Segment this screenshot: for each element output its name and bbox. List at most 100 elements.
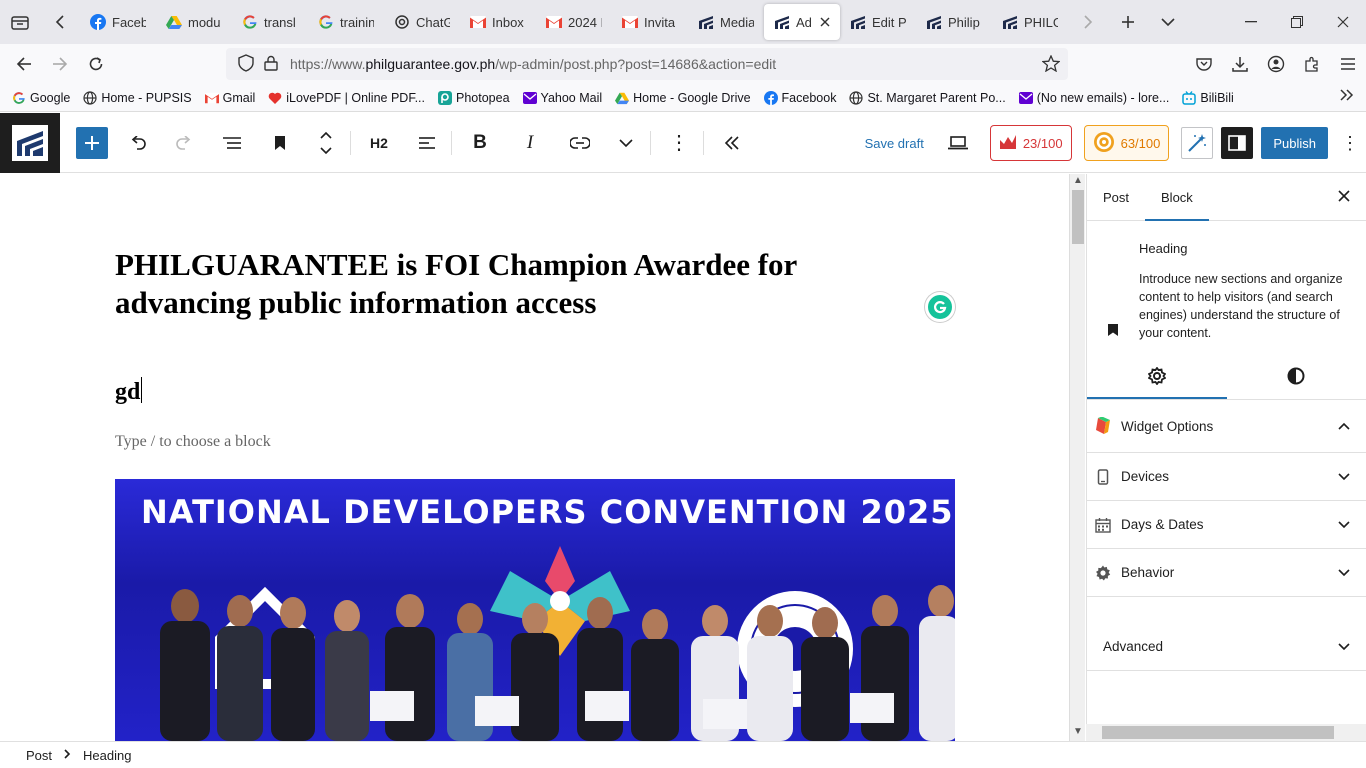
collapse-toolbar-icon[interactable] [714, 125, 750, 161]
tab-block[interactable]: Block [1145, 174, 1209, 221]
browser-tab[interactable]: Ad [764, 4, 840, 40]
browser-tab[interactable]: Inbox [460, 4, 536, 40]
chevron-down-icon [1338, 470, 1350, 484]
extensions-icon[interactable] [1294, 46, 1330, 82]
restore-icon[interactable] [1274, 0, 1320, 44]
heading-level-button[interactable]: H2 [361, 125, 397, 161]
heading-block[interactable]: gd [115, 377, 143, 406]
panel-label: Days & Dates [1121, 517, 1204, 532]
undo-icon[interactable] [120, 125, 156, 161]
more-formatting-chevron-icon[interactable] [608, 125, 644, 161]
image-block[interactable]: NATIONAL DEVELOPERS CONVENTION 2025 [115, 479, 955, 741]
redo-icon[interactable] [166, 125, 202, 161]
breadcrumb-heading[interactable]: Heading [83, 748, 131, 763]
bookmark-block-icon[interactable] [262, 125, 298, 161]
tab-label: Inbox [492, 14, 524, 30]
bookmark-item[interactable]: Yahoo Mail [522, 91, 602, 105]
browser-tab[interactable]: modu [156, 4, 232, 40]
browser-tab[interactable]: PHILG [992, 4, 1068, 40]
scroll-up-icon[interactable]: ▲ [1070, 175, 1086, 189]
reload-icon[interactable] [78, 46, 114, 82]
site-logo-button[interactable] [0, 112, 60, 173]
publish-button[interactable]: Publish [1261, 127, 1328, 159]
scroll-down-icon[interactable]: ▼ [1070, 726, 1086, 740]
editor-scrollbar[interactable]: ▲ ▼ [1069, 174, 1085, 741]
readability-score-button[interactable]: 63/100 [1083, 125, 1170, 161]
browser-tab[interactable]: transl [232, 4, 308, 40]
close-window-icon[interactable] [1320, 0, 1366, 44]
forward-icon[interactable] [42, 46, 78, 82]
account-icon[interactable] [1258, 46, 1294, 82]
sidebar-horizontal-scrollbar[interactable] [1086, 724, 1366, 741]
move-up-down-icon[interactable] [308, 125, 344, 161]
bookmark-item[interactable]: Photopea [438, 90, 510, 105]
bookmarks-overflow-icon[interactable] [1340, 88, 1354, 106]
new-tab-icon[interactable] [1108, 0, 1148, 44]
browser-tab[interactable]: Invita [612, 4, 688, 40]
breadcrumb-post[interactable]: Post [26, 748, 52, 763]
align-icon[interactable] [409, 125, 445, 161]
panel-days-dates[interactable]: Days & Dates [1087, 501, 1366, 549]
tab-list-icon[interactable] [0, 0, 40, 44]
document-overview-icon[interactable] [214, 125, 250, 161]
bookmark-item[interactable]: Home - PUPSIS [83, 91, 192, 105]
menu-hamburger-icon[interactable] [1330, 46, 1366, 82]
bookmark-item[interactable]: iLovePDF | Online PDF... [268, 91, 425, 105]
tab-post[interactable]: Post [1087, 174, 1145, 221]
tab-label: Media [720, 14, 754, 30]
italic-icon[interactable]: I [512, 125, 548, 161]
bookmark-item[interactable]: Google [12, 91, 70, 105]
settings-gear-icon[interactable] [1087, 353, 1227, 399]
post-title[interactable]: PHILGUARANTEE is FOI Champion Awardee fo… [115, 246, 855, 322]
tracking-protection-icon[interactable] [238, 53, 254, 75]
preview-device-icon[interactable] [947, 136, 968, 150]
seo-score-button[interactable]: 23/100 [989, 125, 1072, 161]
url-bar[interactable]: https://www.philguarantee.gov.ph/wp-admi… [226, 48, 1068, 80]
pocket-icon[interactable] [1186, 46, 1222, 82]
browser-tab[interactable]: Media [688, 4, 764, 40]
bookmark-item[interactable]: Facebook [763, 90, 836, 105]
bookmark-star-icon[interactable] [1041, 54, 1061, 75]
bookmark-item[interactable]: Gmail [204, 90, 256, 105]
close-tab-icon[interactable] [820, 14, 830, 30]
styles-contrast-icon[interactable] [1227, 353, 1366, 399]
scrollbar-thumb[interactable] [1102, 726, 1334, 739]
browser-tab[interactable]: trainin [308, 4, 384, 40]
link-icon[interactable] [562, 125, 598, 161]
block-inserter-button[interactable] [76, 126, 108, 159]
bookmark-item[interactable]: Home - Google Drive [615, 91, 751, 105]
tab-overflow-chevron-icon[interactable] [1148, 0, 1188, 44]
tabs-scroll-right-icon[interactable] [1068, 0, 1108, 44]
block-placeholder[interactable]: Type / to choose a block [115, 433, 271, 451]
scrollbar-thumb[interactable] [1072, 190, 1084, 244]
browser-tab[interactable]: Philip [916, 4, 992, 40]
browser-tab[interactable]: Edit P [840, 4, 916, 40]
bookmark-label: Gmail [222, 90, 256, 105]
back-icon[interactable] [6, 46, 42, 82]
browser-tab[interactable]: 2024 I [536, 4, 612, 40]
panel-behavior[interactable]: Behavior [1087, 549, 1366, 597]
bookmark-item[interactable]: BiliBili [1182, 91, 1234, 105]
block-options-kebab-icon[interactable]: ⋮ [661, 125, 697, 161]
toolbar-separator [650, 130, 651, 155]
save-draft-button[interactable]: Save draft [865, 136, 924, 151]
lock-icon[interactable] [264, 55, 278, 74]
browser-tab[interactable]: Faceb [80, 4, 156, 40]
browser-tab[interactable]: ChatG [384, 4, 460, 40]
tabs-scroll-left-icon[interactable] [40, 0, 80, 44]
toolbar-separator [703, 130, 704, 155]
options-kebab-icon[interactable]: ⋮ [1338, 133, 1362, 154]
bookmark-item[interactable]: (No new emails) - lore... [1018, 91, 1169, 105]
settings-sidebar-toggle-icon[interactable] [1221, 127, 1254, 159]
ai-magic-wand-icon[interactable] [1181, 127, 1214, 159]
downloads-icon[interactable] [1222, 46, 1258, 82]
close-sidebar-icon[interactable] [1338, 186, 1350, 207]
panel-devices[interactable]: Devices [1087, 453, 1366, 501]
minimize-icon[interactable] [1228, 0, 1274, 44]
editor-header: H2 B I ⋮ Save draft 23/100 63/100 Publis… [0, 112, 1366, 173]
bookmark-item[interactable]: St. Margaret Parent Po... [849, 91, 1006, 105]
panel-widget-options[interactable]: Widget Options [1087, 400, 1366, 453]
grammarly-icon[interactable] [925, 292, 955, 322]
advanced-panel[interactable]: Advanced [1087, 597, 1366, 671]
bold-icon[interactable]: B [462, 125, 498, 161]
